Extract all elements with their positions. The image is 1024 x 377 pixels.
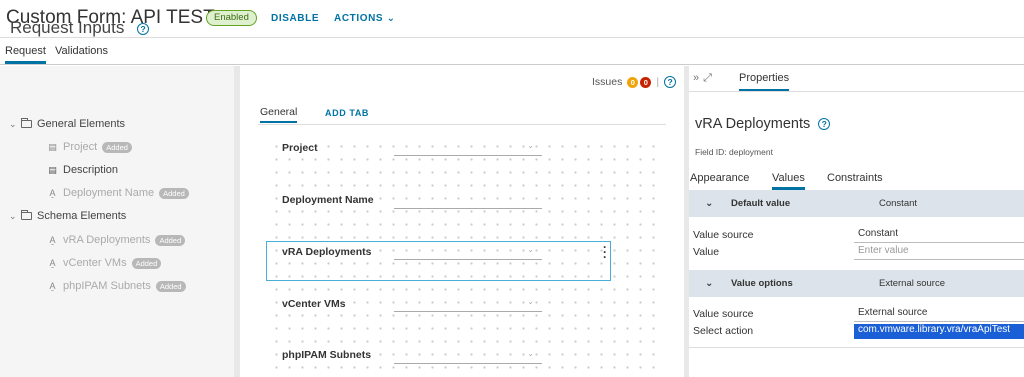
folder-icon: [21, 210, 32, 220]
canvas-field-deployment-name-label[interactable]: Deployment Name: [282, 194, 374, 206]
properties-title: vRA Deployments ?: [695, 116, 831, 132]
tree-item-vcenter-vms[interactable]: A̱ vCenter VMs Added: [47, 257, 162, 269]
chevron-down-icon: ⌄: [527, 349, 534, 358]
chevron-down-icon[interactable]: ⌄: [705, 198, 713, 209]
text-field-icon: A̱: [49, 258, 56, 268]
canvas-field-vra-deployments-label[interactable]: vRA Deployments: [282, 246, 372, 258]
subtab-bar: Request Validations: [0, 38, 1024, 65]
tab-general[interactable]: General: [260, 106, 298, 123]
collapse-panel-icon[interactable]: »: [693, 72, 703, 84]
added-badge: Added: [155, 280, 186, 292]
disable-button[interactable]: DISABLE: [271, 13, 319, 24]
text-field-icon: A̱: [49, 281, 56, 291]
chevron-down-icon: ⌄: [527, 245, 534, 254]
tab-properties[interactable]: Properties: [739, 72, 790, 92]
text-field-icon: A̱: [49, 235, 56, 245]
error-count-badge: 0: [640, 76, 652, 88]
chevron-down-icon: ⌄: [527, 297, 534, 306]
tab-underline: [258, 124, 666, 125]
value-source-select[interactable]: Constant: [854, 228, 1024, 243]
help-icon[interactable]: ?: [818, 118, 831, 131]
more-options-icon[interactable]: · · ·: [603, 241, 607, 263]
added-badge: Added: [131, 257, 162, 269]
issues-indicator[interactable]: Issues 0 0 | ?: [592, 76, 677, 88]
tree-item-vra-deployments[interactable]: A̱ vRA Deployments Added: [47, 234, 186, 246]
panel-controls: »⤢: [693, 72, 716, 85]
tree-group-schema-elements[interactable]: ⌄ Schema Elements: [9, 210, 126, 222]
chevron-down-icon: ⌄: [527, 141, 534, 150]
expand-icon[interactable]: ⤢: [703, 72, 716, 84]
add-tab-button[interactable]: ADD TAB: [325, 108, 369, 118]
tab-values[interactable]: Values: [772, 172, 805, 190]
help-icon[interactable]: ?: [137, 22, 150, 35]
help-icon[interactable]: ?: [664, 76, 677, 88]
added-badge: Added: [159, 187, 189, 199]
select-action-input[interactable]: com.vmware.library.vra/vraApiTest: [854, 324, 1024, 339]
value-options-section-header[interactable]: ⌄ Value options External source: [689, 270, 1024, 297]
tab-constraints[interactable]: Constraints: [827, 172, 883, 184]
added-badge: Added: [102, 141, 132, 153]
tree-item-deployment-name[interactable]: A̱ Deployment Name Added: [47, 187, 189, 199]
added-badge: Added: [155, 234, 186, 246]
status-badge: Enabled: [206, 10, 257, 26]
divider: [689, 91, 1024, 92]
canvas-field-phpipam-subnets-label[interactable]: phpIPAM Subnets: [282, 349, 372, 361]
textarea-icon: ▤: [48, 164, 57, 175]
tab-request[interactable]: Request: [5, 45, 46, 64]
canvas-field-phpipam-subnets-dropdown[interactable]: ⌄: [394, 349, 542, 364]
value-source-label: Value source: [693, 308, 754, 320]
default-value-section-header[interactable]: ⌄ Default value Constant: [689, 190, 1024, 217]
divider: [689, 347, 1024, 348]
text-field-icon: A̱: [49, 188, 56, 198]
folder-icon: [21, 118, 32, 128]
actions-dropdown-button[interactable]: ACTIONS ⌄: [334, 13, 396, 24]
tree-item-description[interactable]: ▤ Description: [47, 164, 118, 176]
canvas-field-deployment-name-input[interactable]: [394, 197, 542, 209]
field-id-text: Field ID: deployment: [695, 147, 773, 157]
page-header: Custom Form: API TEST Enabled DISABLE AC…: [0, 0, 1024, 38]
tab-appearance[interactable]: Appearance: [690, 172, 749, 184]
form-field-icon: ▤: [48, 141, 57, 152]
chevron-down-icon[interactable]: ⌄: [9, 119, 21, 130]
tree-group-general-elements[interactable]: ⌄ General Elements: [9, 118, 125, 130]
canvas-field-vcenter-vms-label[interactable]: vCenter VMs: [282, 298, 346, 310]
tree-item-phpipam-subnets[interactable]: A̱ phpIPAM Subnets Added: [47, 280, 186, 292]
tree-item-project[interactable]: ▤ Project Added: [47, 141, 132, 153]
request-inputs-title: Request Inputs ?: [10, 18, 150, 38]
value-source-label: Value source: [693, 229, 754, 241]
canvas-field-project-dropdown[interactable]: ⌄: [394, 141, 542, 156]
chevron-down-icon[interactable]: ⌄: [9, 211, 21, 222]
chevron-down-icon[interactable]: ⌄: [705, 278, 713, 289]
value-source-select[interactable]: External source: [854, 307, 1024, 322]
value-input[interactable]: Enter value: [854, 245, 1024, 260]
canvas-field-vra-deployments-dropdown[interactable]: ⌄: [394, 245, 542, 260]
canvas-field-vcenter-vms-dropdown[interactable]: ⌄: [394, 297, 542, 312]
divider: |: [656, 76, 660, 88]
tab-validations[interactable]: Validations: [55, 45, 108, 57]
value-label: Value: [693, 246, 720, 258]
select-action-label: Select action: [693, 325, 754, 337]
warning-count-badge: 0: [627, 76, 639, 88]
canvas-field-project-label[interactable]: Project: [282, 142, 318, 154]
